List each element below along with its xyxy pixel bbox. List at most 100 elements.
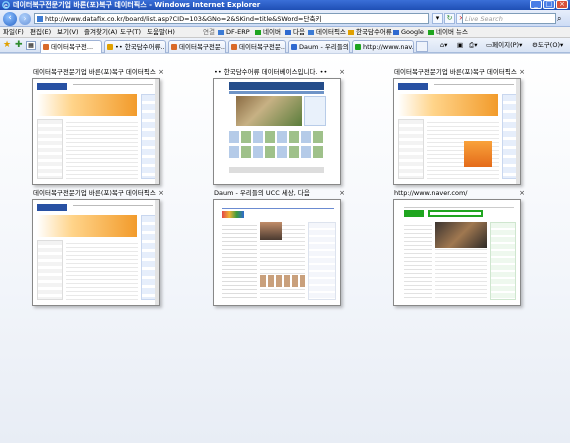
close-tab-icon[interactable]: × — [519, 189, 525, 198]
search-input[interactable]: Live Search — [462, 13, 556, 24]
minimize-button[interactable]: _ — [530, 0, 542, 9]
tab-label: 데이터복구전문... — [239, 43, 286, 51]
news-photo — [260, 222, 282, 240]
favorites-star-icon[interactable]: ★ — [3, 41, 11, 50]
site-banner — [37, 215, 137, 237]
news-photo — [435, 222, 487, 248]
menu-view[interactable]: 보기(V) — [57, 27, 78, 38]
daum-icon — [291, 44, 297, 50]
close-tab-icon[interactable]: × — [339, 68, 345, 77]
address-dropdown-button[interactable]: ▾ — [432, 13, 443, 24]
site-search-box — [428, 210, 483, 217]
tab-bar: ★ ✚ ▦ 데이터복구전... •• 한국담수어류... 데이터복구전문... … — [0, 38, 570, 53]
page-icon — [218, 30, 224, 35]
window-controls: _ □ × — [530, 0, 568, 9]
page-preview[interactable] — [213, 199, 341, 306]
menu-edit[interactable]: 편집(E) — [30, 27, 51, 38]
menu-file[interactable]: 파일(F) — [3, 27, 24, 38]
daum-icon — [285, 30, 291, 35]
naver-logo — [404, 210, 424, 217]
site-sidebar — [398, 119, 424, 179]
site-logo — [398, 83, 428, 90]
new-tab-button[interactable] — [416, 41, 428, 52]
link-fish-db[interactable]: 한국담수어류 — [348, 27, 392, 38]
print-icon[interactable]: ⎙▾ — [469, 39, 477, 52]
site-ad — [464, 141, 492, 167]
site-left-column — [222, 222, 257, 300]
close-button[interactable]: × — [556, 0, 568, 9]
preview-scrollbar — [516, 79, 520, 184]
naver-icon — [255, 30, 261, 35]
home-icon[interactable]: ⌂▾ — [440, 39, 447, 52]
page-menu-button[interactable]: ▭페이지(P)▾ — [486, 39, 522, 52]
feeds-icon[interactable]: ▣ — [457, 39, 463, 52]
close-tab-icon[interactable]: × — [339, 189, 345, 198]
maximize-button[interactable]: □ — [543, 0, 555, 9]
link-label: DF-ERP — [226, 28, 250, 36]
quick-tabs-button[interactable]: ▦ — [26, 41, 36, 50]
link-df-erp[interactable]: DF-ERP — [218, 27, 250, 38]
refresh-button[interactable]: ↻ — [444, 13, 455, 24]
link-naver[interactable]: 네이버 — [255, 27, 281, 38]
search-icon[interactable]: ⌕ — [557, 14, 567, 23]
link-daum[interactable]: 다음 — [285, 27, 305, 38]
site-menu — [73, 84, 153, 88]
photo-strip — [260, 275, 305, 287]
thumbnail-title: http://www.naver.com/ — [394, 189, 468, 197]
thumbnail-title: Daum - 우리들의 UCC 세상, 다음 — [214, 189, 310, 197]
link-datafix[interactable]: 데이터픽스 — [308, 27, 346, 38]
site-right-column — [308, 222, 336, 300]
ie-logo-icon: e — [2, 1, 10, 10]
page-icon — [37, 16, 43, 22]
tab-3[interactable]: 데이터복구전문... — [168, 40, 226, 53]
google-icon — [393, 30, 399, 35]
link-naver-news[interactable]: 네이버 뉴스 — [428, 27, 468, 38]
page-preview[interactable] — [393, 199, 521, 306]
menu-help[interactable]: 도움말(H) — [147, 27, 175, 38]
link-google[interactable]: Google — [393, 27, 424, 38]
page-icon — [308, 30, 314, 35]
site-header — [229, 82, 324, 90]
page-preview[interactable] — [213, 78, 341, 185]
close-tab-icon[interactable]: × — [158, 68, 164, 77]
site-content-row — [229, 146, 324, 158]
site-banner — [398, 94, 498, 116]
tab-1[interactable]: 데이터복구전... — [40, 40, 102, 53]
naver-icon — [355, 44, 361, 50]
menu-tools[interactable]: 도구(T) — [120, 27, 141, 38]
site-footer — [229, 167, 324, 173]
preview-scrollbar — [155, 200, 159, 305]
site-menu — [73, 205, 153, 209]
menu-bar: 파일(F) 편집(E) 보기(V) 즐겨찾기(A) 도구(T) 도움말(H) 연… — [0, 27, 570, 38]
close-tab-icon[interactable]: × — [519, 68, 525, 77]
title-bar: e 데이터복구전문기업 바른(포)복구 데이터픽스 - Windows Inte… — [0, 0, 570, 10]
tab-label: http://www.nav... — [363, 43, 414, 51]
site-logo — [37, 83, 67, 90]
link-label: Google — [401, 28, 424, 36]
tab-4[interactable]: 데이터복구전문... — [228, 40, 286, 53]
tab-5[interactable]: Daum - 우리들의... — [288, 40, 350, 53]
site-right-column — [490, 222, 516, 300]
tools-menu-button[interactable]: ⚙도구(O)▾ — [532, 39, 563, 52]
site-top-links — [222, 204, 334, 209]
svg-text:e: e — [4, 3, 8, 10]
address-toolbar: ‹ › http://www.datafix.co.kr/board/list.… — [0, 10, 570, 27]
add-favorite-icon[interactable]: ✚ — [15, 41, 23, 50]
tab-6[interactable]: http://www.nav... — [352, 40, 414, 53]
page-preview[interactable] — [32, 78, 160, 185]
close-tab-icon[interactable]: × — [158, 189, 164, 198]
page-preview[interactable] — [393, 78, 521, 185]
site-top-links — [404, 204, 514, 208]
site-logo — [37, 204, 67, 211]
page-preview[interactable] — [32, 199, 160, 306]
site-content — [66, 119, 138, 179]
forward-button[interactable]: › — [19, 13, 31, 25]
address-input[interactable]: http://www.datafix.co.kr/board/list.asp?… — [34, 13, 429, 24]
menu-favorites[interactable]: 즐겨찾기(A) — [84, 27, 117, 38]
preview-scrollbar — [155, 79, 159, 184]
tab-label: •• 한국담수어류... — [115, 43, 166, 51]
site-sidebar — [37, 119, 63, 179]
tab-2[interactable]: •• 한국담수어류... — [104, 40, 166, 53]
back-button[interactable]: ‹ — [3, 12, 17, 26]
link-label: 한국담수어류 — [356, 28, 392, 36]
